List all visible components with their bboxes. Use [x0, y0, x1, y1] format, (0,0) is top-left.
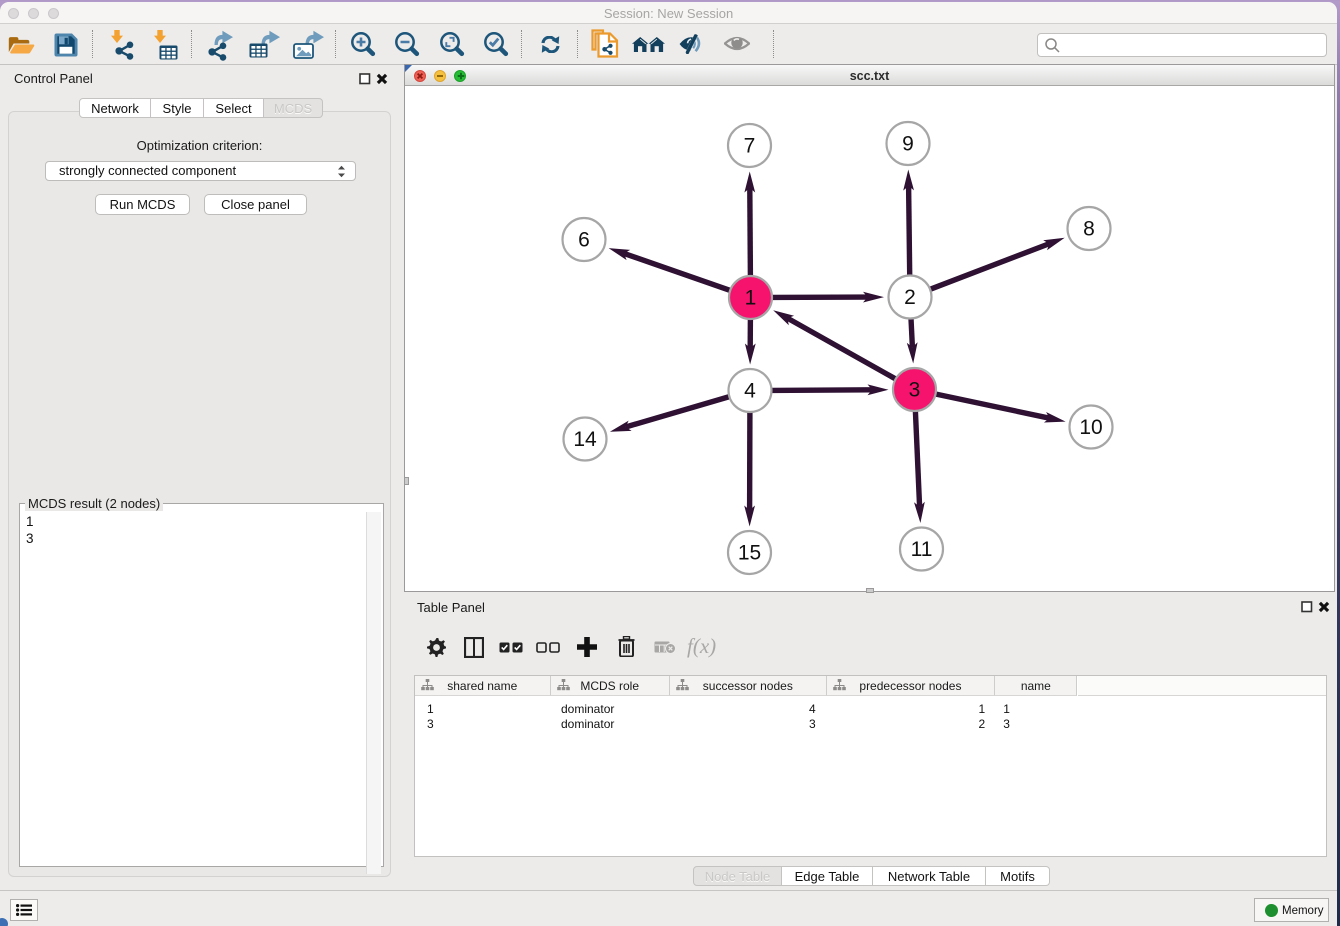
svg-text:7: 7: [744, 135, 756, 158]
svg-text:4: 4: [744, 380, 756, 403]
svg-text:2: 2: [904, 286, 916, 309]
svg-text:10: 10: [1079, 416, 1102, 439]
svg-text:15: 15: [738, 542, 761, 565]
svg-text:11: 11: [911, 538, 933, 561]
svg-text:9: 9: [902, 133, 914, 156]
svg-text:1: 1: [745, 287, 757, 310]
svg-text:14: 14: [573, 428, 597, 451]
svg-text:8: 8: [1083, 218, 1095, 241]
svg-text:6: 6: [578, 229, 590, 252]
svg-text:3: 3: [909, 379, 921, 402]
